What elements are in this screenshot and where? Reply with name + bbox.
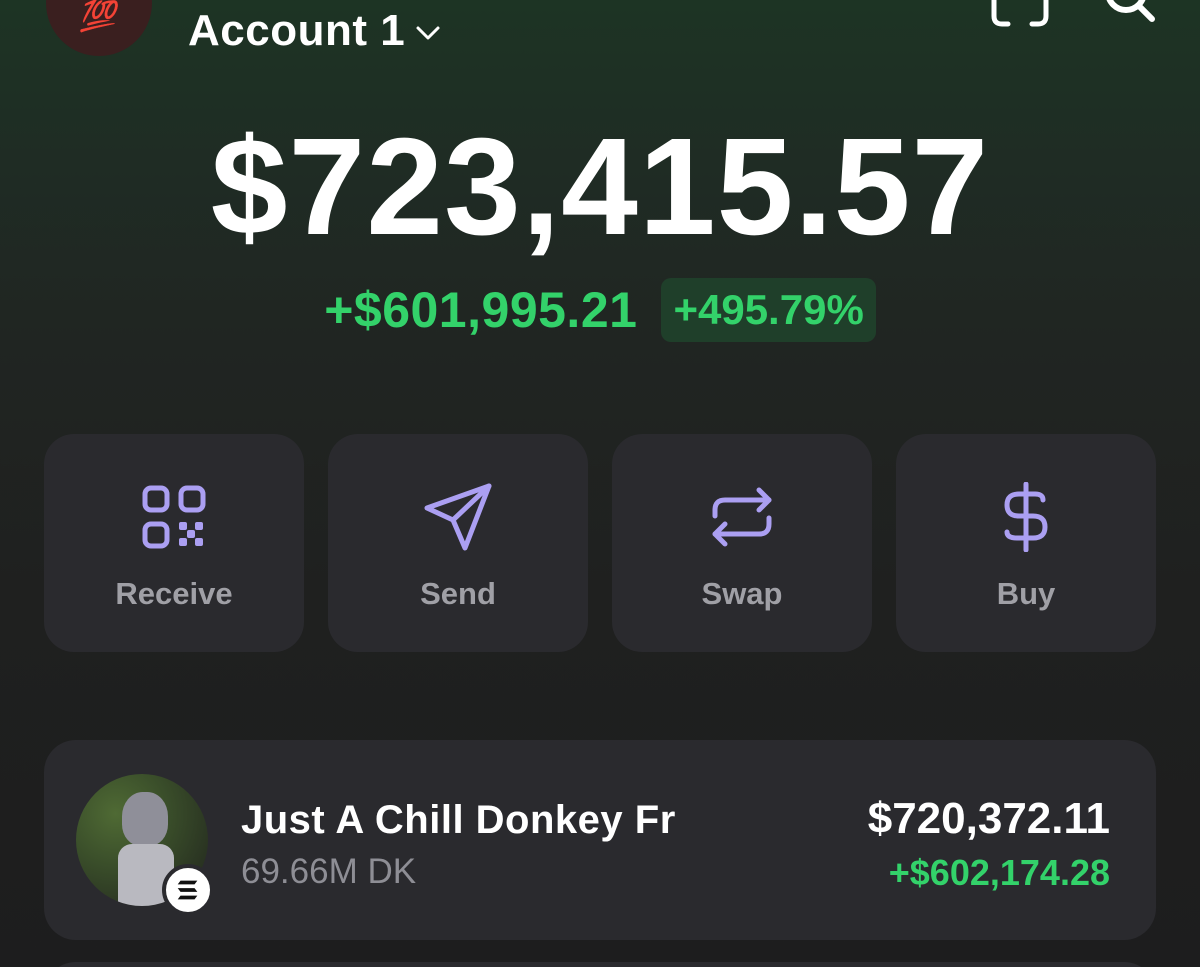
solana-mark-icon (177, 880, 198, 900)
buy-button[interactable]: Buy (896, 434, 1156, 652)
send-button[interactable]: Send (328, 434, 588, 652)
portfolio-balance: $723,415.57 (210, 110, 990, 264)
token-row[interactable]: Just A Chill Donkey Fr 69.66M DK $720,37… (44, 740, 1156, 940)
token-amount: 69.66M DK (241, 852, 417, 891)
donkey-head-shape (122, 792, 168, 846)
search-icon[interactable] (1096, 0, 1160, 34)
send-label: Send (420, 576, 496, 611)
dollar-icon (1004, 482, 1048, 552)
token-change: +$602,174.28 (888, 852, 1110, 893)
token-value: $720,372.11 (867, 794, 1110, 843)
account-name: Account 1 (188, 6, 406, 55)
hundred-points-emoji: 💯 (78, 0, 120, 34)
change-value: +$601,995.21 (324, 282, 638, 338)
account-avatar[interactable]: 💯 (46, 0, 152, 56)
receive-label: Receive (115, 576, 233, 611)
swap-button[interactable]: Swap (612, 434, 872, 652)
scan-icon[interactable] (988, 0, 1052, 30)
next-token-row[interactable] (44, 962, 1156, 967)
swap-icon (712, 487, 772, 547)
swap-label: Swap (701, 576, 783, 611)
solana-icon (162, 864, 214, 916)
portfolio-change: +$601,995.21 +495.79% (0, 278, 1200, 342)
quick-actions: Receive Send Swap Buy (44, 434, 1156, 652)
receive-button[interactable]: Receive (44, 434, 304, 652)
qr-code-icon (142, 485, 206, 549)
send-icon (424, 483, 492, 551)
change-percent-badge: +495.79% (661, 278, 876, 342)
account-switcher[interactable]: Account 1 (188, 6, 443, 56)
buy-label: Buy (996, 576, 1056, 611)
chevron-down-icon (416, 26, 440, 40)
token-name: Just A Chill Donkey Fr (241, 798, 676, 842)
